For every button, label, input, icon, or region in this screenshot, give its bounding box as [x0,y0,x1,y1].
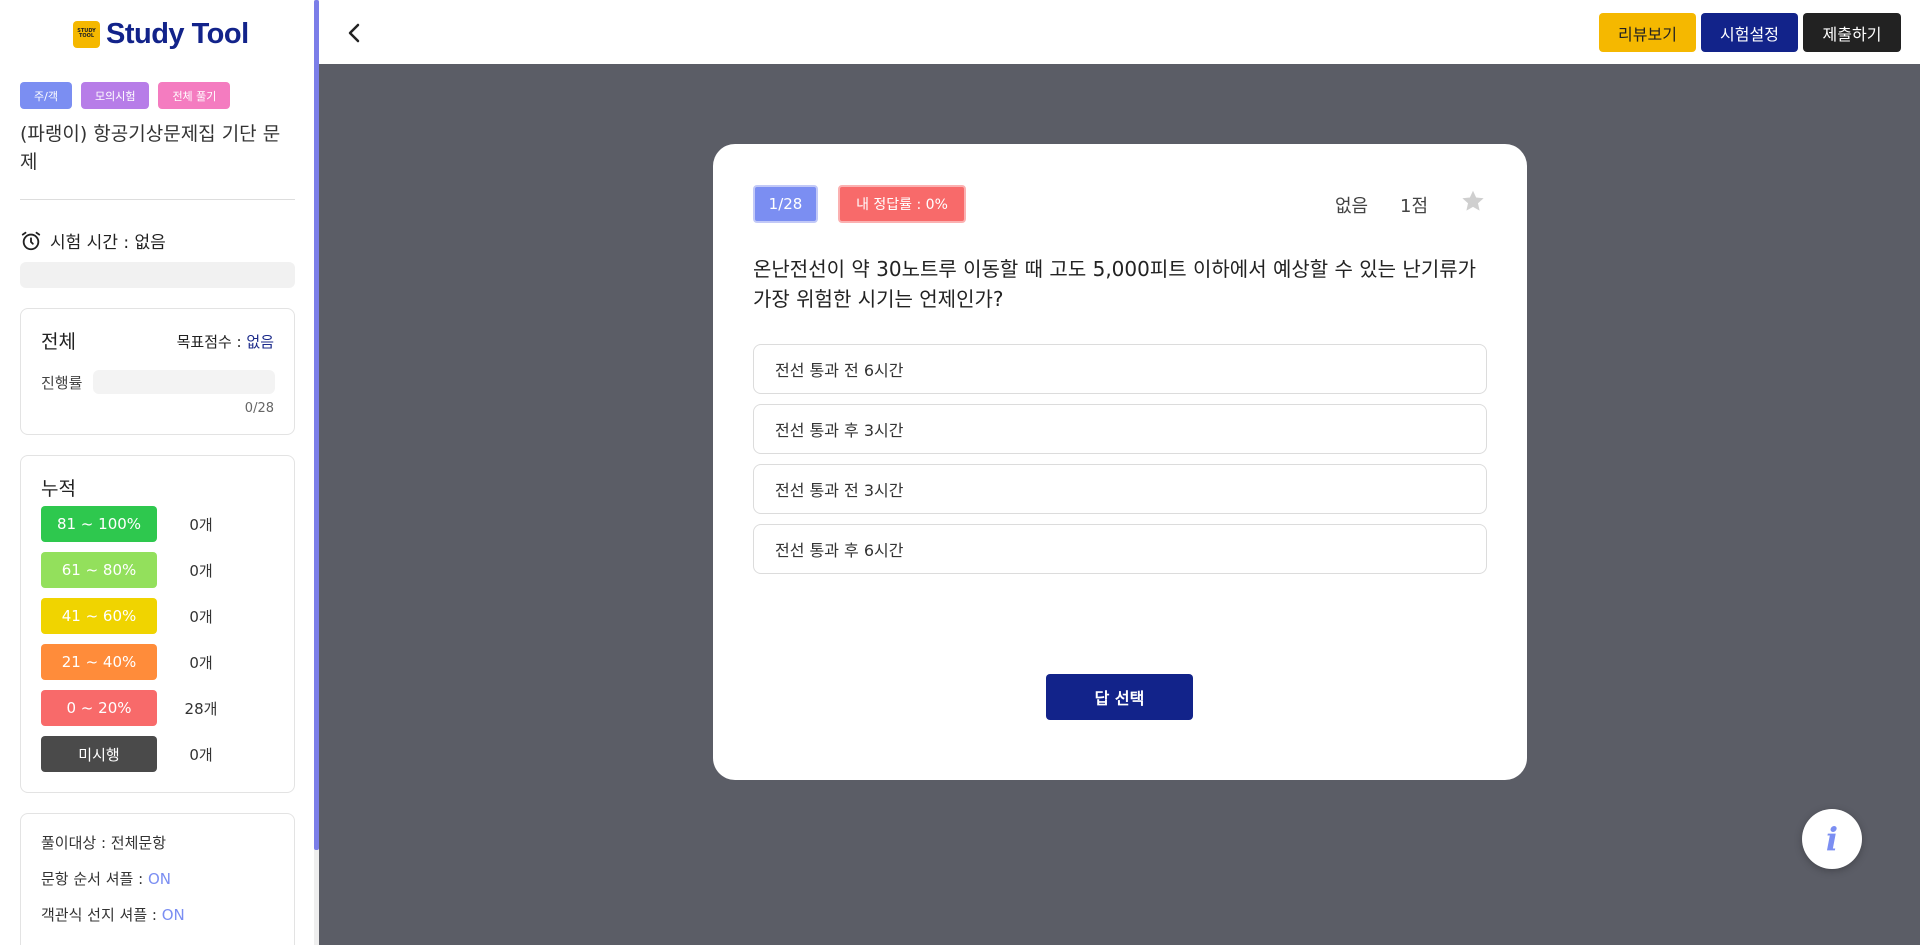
exam-tags: 주/객 모의시험 전체 풀기 [20,82,231,109]
choice-option[interactable]: 전선 통과 후 3시간 [753,404,1487,454]
info-button[interactable]: i [1802,809,1862,869]
top-bar: 리뷰보기 시험설정 제출하기 [319,0,1920,64]
shuffle-choices-value: ON [161,906,185,924]
progress-bar [93,370,275,394]
chevron-left-icon [348,23,360,43]
range-count: 0개 [189,607,213,626]
review-button[interactable]: 리뷰보기 [1599,13,1696,52]
question-points: 1점 [1400,196,1429,217]
back-button[interactable] [339,18,369,48]
range-count: 0개 [189,515,213,534]
timer-label: 시험 시간 : 없음 [50,233,166,253]
submit-button[interactable]: 제출하기 [1803,13,1901,52]
accumulated-title: 누적 [41,478,76,500]
accumulated-row[interactable]: 81 ~ 100% 0개 [41,506,213,542]
sidebar-scrollbar-thumb[interactable] [314,0,319,850]
progress-count: 0/28 [244,401,274,416]
question-number-badge: 1/28 [753,185,818,223]
alarm-clock-icon [21,231,41,250]
choice-option[interactable]: 전선 통과 후 6시간 [753,524,1487,574]
question-card: 1/28 내 정답률 : 0% 없음 1점 온난전선이 약 30노트루 이동할 … [713,144,1527,780]
range-pill: 미시행 [41,736,157,772]
accumulated-row[interactable]: 0 ~ 20% 28개 [41,690,217,726]
accumulated-row[interactable]: 41 ~ 60% 0개 [41,598,213,634]
my-accuracy-badge: 내 정답률 : 0% [838,185,966,223]
divider [20,199,295,200]
tag-scope: 전체 풀기 [158,82,231,109]
progress-card: 전체 목표점수 : 없음 진행률 0/28 [20,308,295,435]
goal-score: 목표점수 : 없음 [176,333,274,351]
timer-bar [20,262,295,288]
logo-text: Study Tool [106,17,249,50]
shuffle-questions-info: 문항 순서 셔플 : ON [41,870,171,888]
star-icon[interactable] [1460,188,1486,214]
tag-mode: 모의시험 [80,82,150,109]
logo-badge-icon: STUDY TOOL [73,20,100,48]
tag-type: 주/객 [20,82,72,109]
accumulated-row[interactable]: 61 ~ 80% 0개 [41,552,213,588]
timer-row: 시험 시간 : 없음 [20,228,166,253]
settings-info-card: 풀이대상 : 전체문항 문항 순서 셔플 : ON 객관식 선지 셔플 : ON [20,813,295,945]
accumulated-row[interactable]: 21 ~ 40% 0개 [41,644,213,680]
range-count: 28개 [184,699,218,718]
accumulated-row[interactable]: 미시행 0개 [41,736,213,772]
logo[interactable]: STUDY TOOL Study Tool [73,16,249,52]
select-answer-button[interactable]: 답 선택 [1046,674,1193,720]
range-pill: 61 ~ 80% [41,552,157,588]
progress-card-title: 전체 [41,331,76,353]
question-text: 온난전선이 약 30노트루 이동할 때 고도 5,000피트 이하에서 예상할 … [753,257,1477,311]
progress-label: 진행률 [41,374,83,392]
question-category: 없음 [1335,196,1369,217]
sidebar: STUDY TOOL Study Tool 주/객 모의시험 전체 풀기 (파랭… [0,0,314,945]
shuffle-questions-value: ON [147,870,171,888]
range-pill: 81 ~ 100% [41,506,157,542]
choice-option[interactable]: 전선 통과 전 6시간 [753,344,1487,394]
exam-title: (파랭이) 항공기상문제집 기단 문제 [20,123,281,173]
range-pill: 0 ~ 20% [41,690,157,726]
accumulated-card: 누적 81 ~ 100% 0개 61 ~ 80% 0개 41 ~ 60% 0개 … [20,455,295,793]
sidebar-scrollbar[interactable] [314,0,319,945]
range-pill: 21 ~ 40% [41,644,157,680]
choice-option[interactable]: 전선 통과 전 3시간 [753,464,1487,514]
range-count: 0개 [189,561,213,580]
range-pill: 41 ~ 60% [41,598,157,634]
shuffle-choices-info: 객관식 선지 셔플 : ON [41,906,185,924]
range-count: 0개 [189,653,213,672]
goal-score-value: 없음 [246,333,274,351]
range-count: 0개 [189,745,213,764]
target-info: 풀이대상 : 전체문항 [41,834,166,852]
exam-settings-button[interactable]: 시험설정 [1701,13,1798,52]
